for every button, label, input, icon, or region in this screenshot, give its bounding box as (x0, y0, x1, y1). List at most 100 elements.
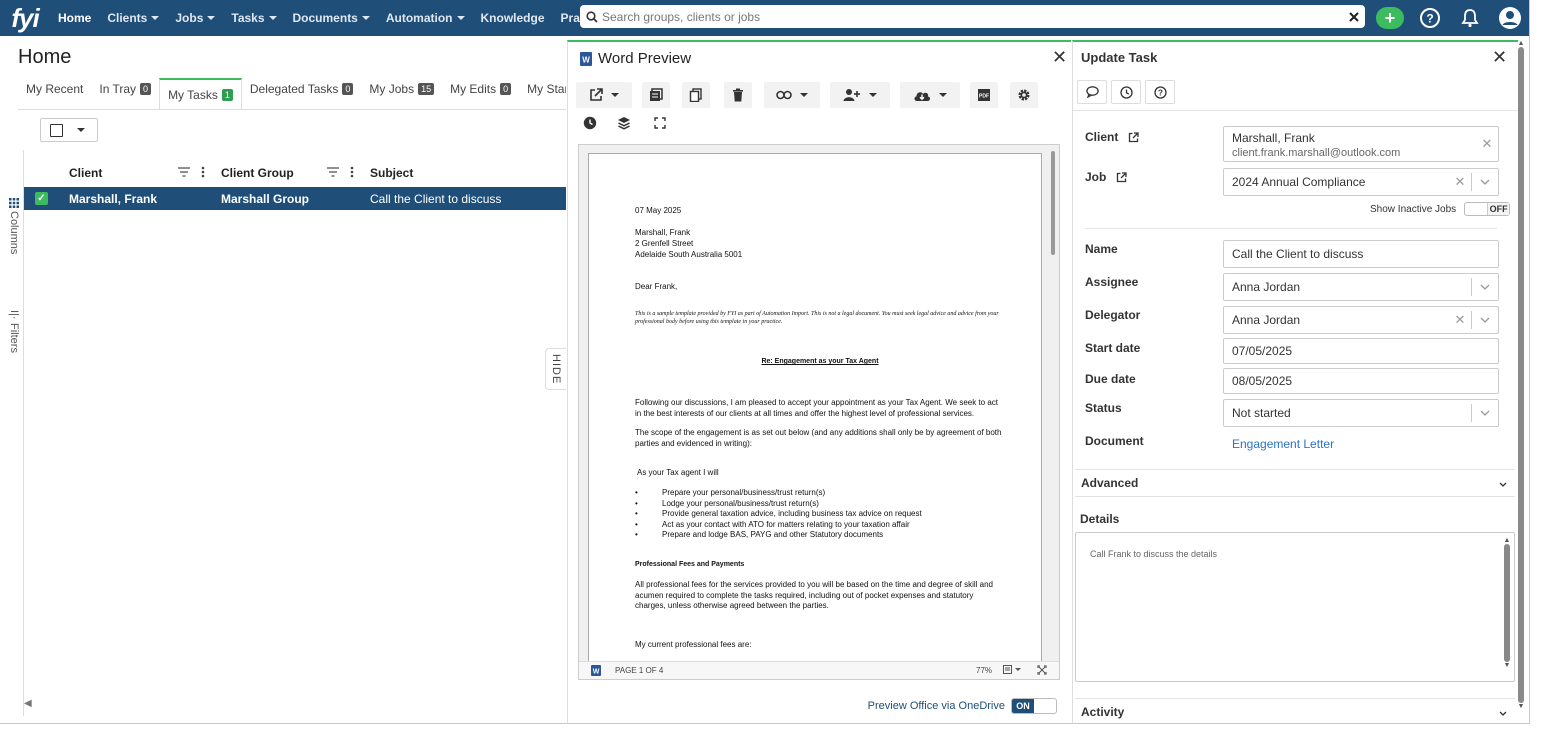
document-viewer[interactable]: 07 May 2025 Marshall, Frank 2 Grenfell S… (578, 144, 1060, 680)
caret-down-icon (939, 93, 947, 97)
pdf-button[interactable]: PDF (970, 82, 998, 108)
filters-toggle[interactable]: I|· Filters (8, 310, 20, 353)
nav-home[interactable]: Home (50, 0, 99, 36)
fit-page-icon[interactable] (1037, 665, 1047, 675)
onedrive-toggle[interactable]: ON (1011, 698, 1057, 714)
link-button[interactable] (764, 82, 820, 108)
settings-button[interactable] (1010, 82, 1038, 108)
tab-my-jobs[interactable]: My Jobs 15 (361, 78, 442, 109)
history-button[interactable] (576, 110, 604, 136)
scroll-down-icon[interactable]: ▼ (1503, 662, 1511, 669)
advanced-section-toggle[interactable]: Advanced (1075, 469, 1515, 497)
external-link-icon[interactable] (1116, 171, 1127, 183)
bulk-select-dropdown[interactable] (40, 118, 98, 142)
filter-icon[interactable] (327, 167, 339, 177)
chevron-down-icon[interactable] (1472, 179, 1498, 185)
row-checkbox-checked[interactable]: ✓ (35, 192, 48, 205)
columns-toggle[interactable]: Columns (8, 198, 20, 254)
chevron-down-icon[interactable] (1472, 410, 1498, 416)
nav-jobs[interactable]: Jobs (167, 0, 223, 36)
select-all-checkbox[interactable] (50, 123, 63, 137)
close-preview-icon[interactable]: ✕ (1052, 47, 1067, 68)
client-field[interactable]: Marshall, Frank client.frank.marshall@ou… (1223, 126, 1499, 162)
word-app-icon: W (591, 665, 601, 676)
open-external-button[interactable] (576, 82, 632, 108)
clear-job-icon[interactable]: ✕ (1449, 174, 1471, 190)
nav-knowledge[interactable]: Knowledge (473, 0, 553, 36)
word-preview-panel: W Word Preview ✕ PDF 07 May 2025 Marshal… (567, 40, 1071, 723)
filter-bars-icon: I|· (8, 310, 20, 320)
help-button[interactable]: ? (1145, 80, 1175, 104)
nav-automation[interactable]: Automation (378, 0, 473, 36)
bell-icon[interactable] (1456, 4, 1484, 32)
clear-search-icon[interactable] (1349, 11, 1359, 22)
help-icon[interactable]: ? (1416, 4, 1444, 32)
update-task-title: Update Task (1081, 50, 1158, 65)
view-mode-button[interactable] (1003, 665, 1021, 674)
activity-section-toggle[interactable]: Activity (1075, 698, 1515, 723)
comments-button[interactable] (1077, 80, 1107, 104)
column-menu-icon[interactable] (201, 166, 205, 178)
share-with-user-button[interactable] (830, 82, 890, 108)
scroll-up-icon[interactable]: ▲ (1503, 537, 1511, 544)
document-link[interactable]: Engagement Letter (1232, 437, 1334, 451)
external-link-icon[interactable] (1128, 131, 1139, 143)
hide-panel-tab[interactable]: HIDE (545, 348, 566, 390)
scroll-thumb[interactable] (1518, 47, 1524, 703)
doc-bullet-list: • Prepare your personal/business/trust re… (635, 488, 1005, 541)
tab-in-tray[interactable]: In Tray 0 (91, 78, 159, 109)
document-page: 07 May 2025 Marshall, Frank 2 Grenfell S… (588, 153, 1042, 665)
add-new-button[interactable]: + (1376, 7, 1404, 29)
fyi-logo[interactable]: fyi (0, 0, 50, 36)
count-badge: 0 (500, 83, 512, 95)
tab-my-tasks[interactable]: My Tasks 1 (159, 78, 242, 109)
scroll-up-icon[interactable]: ▲ (1516, 40, 1526, 47)
download-button[interactable] (900, 82, 960, 108)
header-client[interactable]: Client (69, 166, 102, 180)
details-textarea[interactable]: Call Frank to discuss the details ▲ ▼ (1075, 532, 1515, 682)
delegator-select[interactable]: Anna Jordan ✕ (1223, 306, 1499, 334)
due-date-input[interactable]: 08/05/2025 (1223, 368, 1499, 394)
clear-client-icon[interactable]: ✕ (1476, 136, 1498, 152)
scroll-thumb[interactable] (1504, 544, 1510, 662)
table-row[interactable]: ✓ Marshall, Frank Marshall Group Call th… (24, 187, 566, 210)
timer-button[interactable] (1111, 80, 1141, 104)
delete-button[interactable] (724, 82, 752, 108)
show-inactive-jobs-toggle[interactable]: OFF (1464, 202, 1511, 216)
comment-icon (1085, 86, 1099, 98)
list-item: • Prepare your personal/business/trust re… (635, 488, 826, 497)
nav-clients[interactable]: Clients (99, 0, 167, 36)
column-menu-icon[interactable] (350, 166, 354, 178)
tab-delegated-tasks[interactable]: Delegated Tasks 0 (242, 78, 362, 109)
tab-my-edits[interactable]: My Edits 0 (442, 78, 519, 109)
header-subject[interactable]: Subject (370, 166, 413, 180)
fullscreen-button[interactable] (646, 110, 674, 136)
name-input[interactable]: Call the Client to discuss (1223, 240, 1499, 268)
duplicate-button[interactable] (682, 82, 710, 108)
clear-delegator-icon[interactable]: ✕ (1449, 312, 1471, 328)
nav-tasks[interactable]: Tasks (223, 0, 284, 36)
tab-my-starred[interactable]: My Starred (519, 78, 566, 109)
job-select[interactable]: 2024 Annual Compliance ✕ (1223, 168, 1499, 196)
tab-my-recent[interactable]: My Recent (18, 78, 91, 109)
start-date-input[interactable]: 07/05/2025 (1223, 338, 1499, 364)
versions-button[interactable] (642, 82, 670, 108)
scroll-down-icon[interactable]: ▼ (1516, 703, 1526, 710)
panel-scrollbar[interactable]: ▲ ▼ (1516, 40, 1526, 723)
scroll-left-arrow-icon[interactable]: ◀ (24, 698, 32, 709)
filter-icon[interactable] (178, 167, 190, 177)
assignee-select[interactable]: Anna Jordan (1223, 273, 1499, 301)
chevron-down-icon[interactable] (1472, 284, 1498, 290)
close-task-icon[interactable]: ✕ (1492, 47, 1507, 68)
list-item: • Act as your contact with ATO for matter… (635, 519, 910, 529)
document-scrollbar[interactable] (1051, 151, 1055, 255)
status-select[interactable]: Not started (1223, 399, 1499, 427)
chevron-down-icon[interactable] (1472, 317, 1498, 323)
nav-documents[interactable]: Documents (285, 0, 378, 36)
layers-button[interactable] (610, 110, 638, 136)
app-window: fyi Home Clients Jobs Tasks Documents Au… (0, 0, 1530, 724)
search-input[interactable] (602, 9, 1349, 24)
details-scrollbar[interactable]: ▲ ▼ (1503, 537, 1511, 677)
header-client-group[interactable]: Client Group (221, 166, 294, 180)
user-avatar-icon[interactable] (1496, 4, 1524, 32)
